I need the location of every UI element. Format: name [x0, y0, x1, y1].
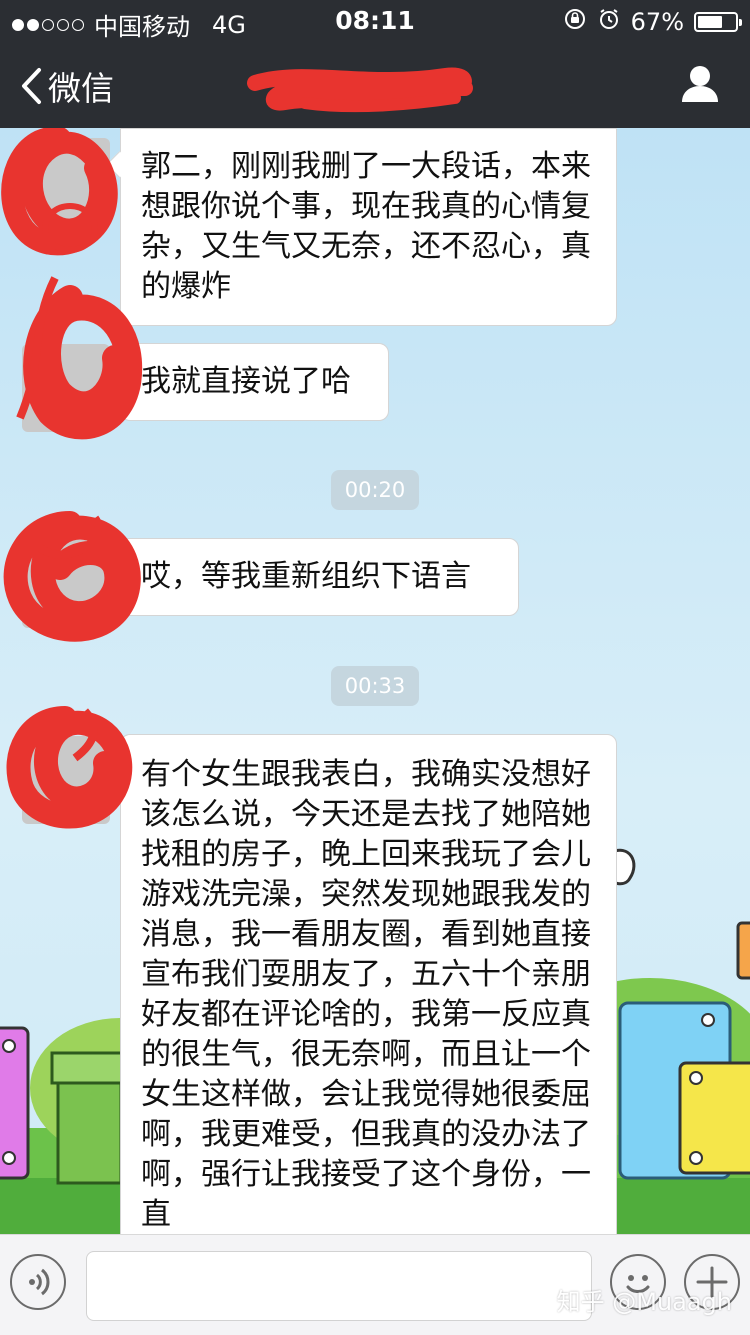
voice-button[interactable] — [10, 1254, 66, 1310]
avatar-redaction-scribble — [1, 128, 143, 440]
status-bar: 中国移动 4G 08:11 67% — [0, 0, 750, 41]
message-timestamp: 00:20 — [331, 470, 419, 510]
battery-icon — [694, 12, 742, 32]
avatar-redaction-scribble — [3, 511, 141, 642]
rotation-lock-icon — [563, 7, 587, 37]
back-button[interactable]: 微信 — [20, 62, 114, 110]
message-timestamp: 00:33 — [331, 666, 419, 706]
message-bubble[interactable]: 郭二，刚刚我删了一大段话，本来想跟你说个事，现在我真的心情复杂，又生气又无奈，还… — [120, 128, 617, 326]
battery-percent: 67% — [630, 8, 684, 36]
avatar-redaction-scribble — [6, 706, 133, 829]
redacted-title — [245, 58, 485, 122]
nav-bar: 微信 — [0, 40, 750, 128]
watermark: 知乎 @Muaagh — [556, 1288, 732, 1316]
top-bar: 中国移动 4G 08:11 67% 微信 — [0, 0, 750, 128]
voice-icon — [29, 1268, 50, 1296]
message-bubble[interactable]: 我就直接说了哈 — [120, 343, 389, 421]
chat-profile-button[interactable] — [680, 64, 720, 108]
message-bubble[interactable]: 哎，等我重新组织下语言 — [120, 538, 519, 616]
message-bubble[interactable]: 有个女生跟我表白，我确实没想好该怎么说，今天还是去找了她陪她找租的房子，晚上回来… — [120, 734, 617, 1234]
back-label: 微信 — [48, 69, 114, 108]
alarm-icon — [597, 7, 621, 37]
chat-area[interactable]: 郭二，刚刚我删了一大段话，本来想跟你说个事，现在我真的心情复杂，又生气又无奈，还… — [0, 128, 750, 1234]
person-icon — [682, 66, 718, 102]
message-input[interactable] — [86, 1251, 592, 1321]
chevron-left-icon — [22, 68, 41, 104]
